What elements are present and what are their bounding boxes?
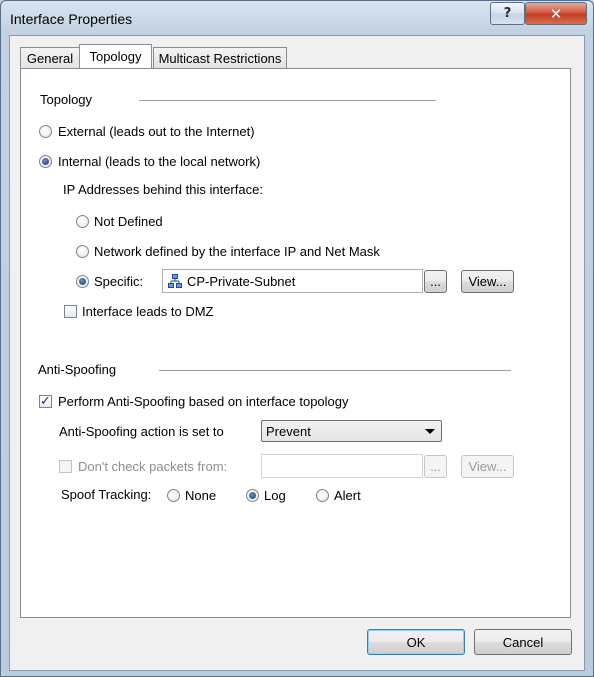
anti-spoofing-action-value: Prevent: [266, 423, 311, 439]
perform-anti-spoofing-label[interactable]: Perform Anti-Spoofing based on interface…: [58, 394, 349, 409]
tab-multicast-restrictions-label: Multicast Restrictions: [158, 50, 282, 66]
tab-topology[interactable]: Topology: [79, 44, 152, 68]
network-object-icon: [168, 274, 182, 288]
external-radio[interactable]: [39, 125, 52, 138]
spoof-tracking-log-radio[interactable]: [246, 489, 259, 502]
window-title: Interface Properties: [10, 11, 133, 27]
chevron-down-icon: [425, 429, 435, 434]
anti-spoofing-action-select[interactable]: Prevent: [261, 420, 442, 442]
topology-section-label: Topology: [40, 92, 93, 107]
topology-tab-panel: Topology External (leads out to the Inte…: [20, 68, 571, 618]
tab-general[interactable]: General: [20, 47, 80, 68]
spoof-tracking-alert-label[interactable]: Alert: [334, 488, 361, 503]
cancel-button[interactable]: Cancel: [474, 629, 572, 655]
anti-spoofing-action-label: Anti-Spoofing action is set to: [59, 424, 224, 439]
dmz-checkbox[interactable]: [64, 305, 77, 318]
specific-radio-label[interactable]: Specific:: [94, 274, 143, 289]
not-defined-radio[interactable]: [76, 215, 89, 228]
specific-network-field[interactable]: CP-Private-Subnet: [162, 269, 423, 293]
spoof-tracking-none-label[interactable]: None: [185, 488, 216, 503]
specific-browse-label: ...: [430, 274, 441, 289]
spoof-tracking-alert-radio[interactable]: [316, 489, 329, 502]
not-defined-radio-label[interactable]: Not Defined: [94, 214, 163, 229]
dont-check-packets-label: Don't check packets from:: [78, 459, 228, 474]
dont-check-packets-field[interactable]: [261, 454, 423, 478]
specific-browse-button[interactable]: ...: [424, 270, 447, 293]
network-defined-radio[interactable]: [76, 245, 89, 258]
specific-network-value: CP-Private-Subnet: [187, 273, 296, 289]
dont-check-view-label: View...: [468, 459, 507, 474]
spoof-tracking-label: Spoof Tracking:: [61, 487, 152, 502]
dont-check-browse-label: ...: [430, 459, 441, 474]
internal-radio[interactable]: [39, 155, 52, 168]
ip-addresses-behind-label: IP Addresses behind this interface:: [63, 182, 263, 197]
dialog-client-area: General Topology Multicast Restrictions …: [9, 35, 585, 671]
close-button[interactable]: ✕: [525, 2, 587, 25]
tab-multicast-restrictions[interactable]: Multicast Restrictions: [153, 47, 287, 68]
title-bar[interactable]: Interface Properties ? ✕: [1, 1, 593, 35]
checkmark-icon: ✓: [40, 394, 51, 409]
tab-topology-label: Topology: [89, 49, 142, 64]
dont-check-view-button[interactable]: View...: [461, 455, 514, 478]
ok-button-label: OK: [406, 634, 426, 650]
network-defined-radio-label[interactable]: Network defined by the interface IP and …: [94, 244, 380, 259]
external-radio-label[interactable]: External (leads out to the Internet): [58, 124, 255, 139]
anti-spoofing-section-label: Anti-Spoofing: [38, 362, 117, 377]
anti-spoofing-separator: [159, 370, 511, 371]
perform-anti-spoofing-checkbox[interactable]: ✓: [39, 395, 52, 408]
interface-properties-window: Interface Properties ? ✕ General Topolog…: [0, 0, 594, 677]
ok-button[interactable]: OK: [367, 629, 465, 655]
help-button[interactable]: ?: [490, 2, 525, 25]
cancel-button-label: Cancel: [502, 634, 544, 650]
specific-view-label: View...: [468, 274, 507, 289]
spoof-tracking-log-label[interactable]: Log: [264, 488, 286, 503]
spoof-tracking-none-radio[interactable]: [167, 489, 180, 502]
internal-radio-label[interactable]: Internal (leads to the local network): [58, 154, 260, 169]
question-mark-icon: ?: [503, 6, 512, 21]
dont-check-packets-checkbox[interactable]: [59, 460, 72, 473]
topology-separator: [139, 100, 436, 101]
dont-check-browse-button[interactable]: ...: [424, 455, 447, 478]
close-icon: ✕: [549, 4, 563, 23]
dmz-checkbox-label[interactable]: Interface leads to DMZ: [82, 304, 214, 319]
specific-radio[interactable]: [76, 275, 89, 288]
specific-view-button[interactable]: View...: [461, 270, 514, 293]
tab-general-label: General: [26, 50, 74, 66]
